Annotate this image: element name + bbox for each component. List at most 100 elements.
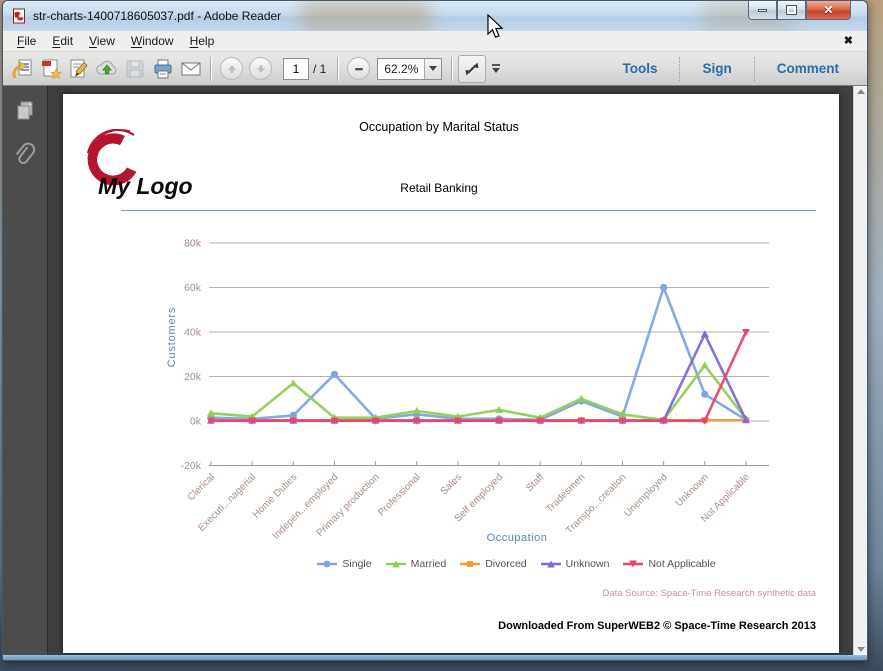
data-source-note: Data Source: Space-Time Research synthet… bbox=[602, 588, 817, 599]
x-tick-label: Professional bbox=[376, 472, 423, 519]
zoom-out-button[interactable] bbox=[347, 57, 371, 80]
cloud-upload-icon bbox=[96, 60, 117, 74]
y-axis-title: Customers bbox=[166, 307, 178, 367]
x-tick-label: Unemployed bbox=[622, 472, 669, 519]
scroll-down-icon[interactable] bbox=[856, 647, 865, 652]
email-button[interactable] bbox=[177, 55, 205, 83]
dropdown-arrow-icon bbox=[429, 66, 438, 71]
legend-label: Divorced bbox=[485, 558, 527, 570]
menu-item-edit[interactable]: Edit bbox=[44, 32, 81, 50]
scroll-up-icon[interactable] bbox=[856, 89, 865, 94]
window-bottom-edge bbox=[3, 655, 867, 660]
page-thumbnails-icon bbox=[17, 101, 33, 120]
wallpaper-glare bbox=[301, 1, 431, 31]
close-button[interactable]: ✕ bbox=[806, 1, 851, 20]
print-button[interactable] bbox=[149, 55, 177, 83]
comment-panel-button[interactable]: Comment bbox=[755, 57, 861, 81]
toolbar-separator bbox=[337, 56, 340, 81]
legend-label: Married bbox=[410, 558, 447, 570]
toolbar: / 1 62.2% Tools Sign Comment bbox=[3, 52, 867, 86]
menu-item-file[interactable]: File bbox=[9, 32, 44, 50]
data-point bbox=[330, 370, 339, 378]
legend-marker-icon bbox=[317, 560, 338, 568]
send-button[interactable] bbox=[93, 55, 121, 83]
minus-icon bbox=[354, 67, 363, 70]
sign-panel-button[interactable]: Sign bbox=[680, 57, 753, 81]
email-icon bbox=[181, 62, 201, 75]
zoom-dropdown-button[interactable] bbox=[424, 58, 442, 79]
series-line-single bbox=[209, 286, 748, 422]
minimize-button[interactable] bbox=[748, 1, 777, 20]
legend-item-divorced: Divorced bbox=[459, 558, 527, 570]
x-axis-title: Occupation bbox=[487, 532, 548, 544]
title-bar[interactable]: str-charts-1400718605037.pdf - Adobe Rea… bbox=[3, 1, 867, 31]
up-arrow-icon bbox=[227, 64, 236, 73]
download-footer: Downloaded From SuperWEB2 © Space-Time R… bbox=[498, 620, 816, 632]
y-tick-label: 40k bbox=[184, 327, 202, 339]
data-point bbox=[700, 361, 709, 369]
zoom-level-control[interactable]: 62.2% bbox=[377, 57, 443, 80]
legend-marker-icon bbox=[540, 560, 561, 568]
resize-diagonal-icon bbox=[465, 62, 479, 75]
more-tools-button[interactable] bbox=[492, 64, 501, 73]
page-thumbnails-button[interactable] bbox=[9, 94, 41, 126]
menu-item-window[interactable]: Window bbox=[123, 32, 182, 50]
vertical-scrollbar[interactable] bbox=[853, 86, 867, 655]
adobe-reader-window: str-charts-1400718605037.pdf - Adobe Rea… bbox=[2, 0, 868, 661]
chart-legend: Single Married Divorced Unknown Not Applicab… bbox=[193, 558, 839, 570]
y-tick-label: 20k bbox=[184, 371, 202, 383]
zoom-level-value: 62.2% bbox=[384, 61, 419, 76]
document-pane[interactable]: Occupation by Marital Status My Logo Ret… bbox=[47, 86, 853, 655]
page-number-input[interactable] bbox=[283, 57, 309, 80]
restore-button[interactable] bbox=[777, 1, 806, 20]
menu-bar: File Edit View Window Help ✖ bbox=[3, 31, 867, 52]
toolbar-separator bbox=[451, 56, 454, 81]
create-pdf-button[interactable] bbox=[37, 55, 65, 83]
legend-item-unknown: Unknown bbox=[540, 558, 610, 570]
x-tick-label: Tradesmen bbox=[544, 472, 587, 515]
navigation-pane bbox=[3, 86, 47, 655]
pdf-file-icon bbox=[13, 8, 25, 24]
chart-svg: 80k60k40k20k0k-20kClericalExecuti...nage… bbox=[166, 238, 769, 544]
open-button[interactable] bbox=[9, 55, 37, 83]
print-icon bbox=[154, 59, 172, 78]
series-line-married bbox=[209, 364, 748, 422]
close-icon: ✕ bbox=[823, 3, 834, 17]
menu-item-view[interactable]: View bbox=[81, 32, 123, 50]
legend-item-single: Single bbox=[316, 558, 372, 570]
legend-marker-icon bbox=[460, 561, 481, 567]
legend-item-married: Married bbox=[385, 558, 447, 570]
x-tick-label: Unknown bbox=[674, 472, 711, 509]
down-arrow-icon bbox=[256, 64, 265, 73]
toolbar-separator bbox=[210, 56, 212, 81]
legend-label: Not Applicable bbox=[648, 558, 716, 570]
save-button[interactable] bbox=[121, 55, 149, 83]
chevron-down-icon bbox=[492, 67, 501, 73]
sign-pencil-icon bbox=[70, 59, 88, 77]
legend-marker-icon bbox=[623, 560, 644, 568]
legend-label: Unknown bbox=[565, 558, 610, 570]
data-point bbox=[701, 390, 709, 398]
attachments-button[interactable] bbox=[9, 140, 41, 172]
close-document-icon[interactable]: ✖ bbox=[844, 34, 853, 47]
page-count-label: / 1 bbox=[313, 61, 327, 76]
tools-panel-button[interactable]: Tools bbox=[600, 57, 679, 81]
x-tick-label: Clerical bbox=[186, 472, 217, 503]
legend-marker-icon bbox=[385, 560, 406, 568]
window-title: str-charts-1400718605037.pdf - Adobe Rea… bbox=[33, 9, 282, 23]
sign-button[interactable] bbox=[65, 55, 93, 83]
minimize-icon bbox=[758, 8, 767, 12]
x-tick-label: Sales bbox=[439, 472, 464, 497]
data-point bbox=[660, 283, 668, 292]
series-line-unknown bbox=[209, 332, 748, 422]
y-tick-label: 0k bbox=[190, 416, 202, 428]
save-icon bbox=[126, 60, 144, 77]
fit-window-button[interactable] bbox=[458, 54, 487, 83]
paperclip-icon bbox=[15, 142, 36, 165]
y-tick-label: 60k bbox=[184, 282, 202, 294]
next-page-button[interactable] bbox=[249, 57, 272, 80]
y-tick-label: -20k bbox=[181, 460, 202, 472]
menu-item-help[interactable]: Help bbox=[182, 32, 223, 50]
open-icon bbox=[12, 59, 32, 79]
previous-page-button[interactable] bbox=[220, 57, 243, 80]
